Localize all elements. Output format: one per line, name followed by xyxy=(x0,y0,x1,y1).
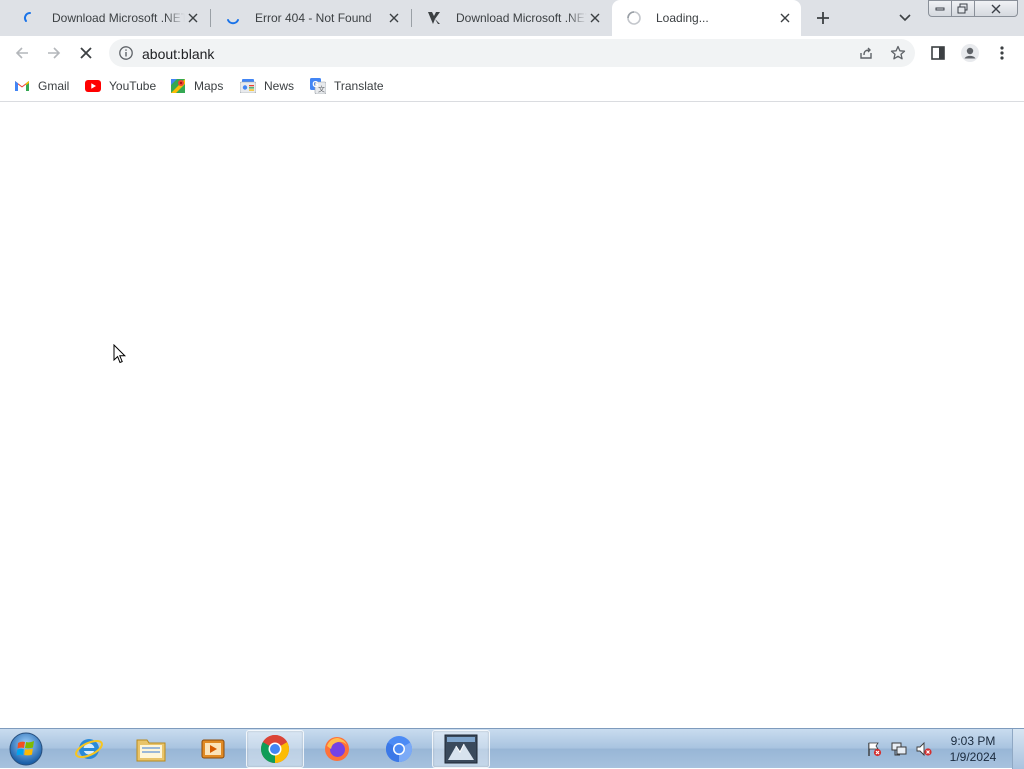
minimize-button[interactable] xyxy=(928,0,952,17)
menu-button[interactable] xyxy=(989,40,1015,66)
restore-icon xyxy=(957,3,968,14)
windows-taskbar: 9:03 PM 1/9/2024 xyxy=(0,728,1024,769)
star-icon xyxy=(890,45,906,60)
news-icon xyxy=(240,78,256,94)
close-icon[interactable] xyxy=(777,10,793,26)
close-icon[interactable] xyxy=(185,10,201,26)
minimize-icon xyxy=(935,7,945,10)
app-window-icon xyxy=(444,734,478,764)
side-panel-icon xyxy=(931,46,945,60)
bookmark-label: News xyxy=(264,79,295,93)
system-clock[interactable]: 9:03 PM 1/9/2024 xyxy=(940,733,1006,765)
chrome-icon xyxy=(261,735,289,763)
side-panel-button[interactable] xyxy=(925,40,951,66)
share-icon xyxy=(860,47,872,59)
gmail-icon xyxy=(14,78,30,94)
site-logo-icon xyxy=(426,10,442,26)
media-player-icon xyxy=(201,739,225,759)
stop-loading-button[interactable] xyxy=(73,40,99,66)
bookmark-maps[interactable]: Maps xyxy=(170,76,223,96)
action-center-icon[interactable] xyxy=(866,741,882,757)
restore-button[interactable] xyxy=(951,0,975,17)
close-icon xyxy=(991,4,1001,13)
tab-search-button[interactable] xyxy=(894,7,916,29)
volume-muted-icon[interactable] xyxy=(916,741,932,757)
url-text[interactable]: about:blank xyxy=(142,46,214,62)
firefox-icon xyxy=(325,737,349,761)
taskbar-chromium[interactable] xyxy=(370,730,428,768)
loading-spinner-icon xyxy=(22,10,38,26)
arrow-left-icon xyxy=(15,47,28,59)
svg-text:文: 文 xyxy=(318,85,325,94)
profile-button[interactable] xyxy=(957,40,983,66)
info-icon[interactable] xyxy=(118,45,134,61)
close-icon[interactable] xyxy=(386,10,402,26)
bookmark-gmail[interactable]: Gmail xyxy=(14,76,69,96)
tab-strip: Download Microsoft .NET Error 404 - Not … xyxy=(0,0,1024,36)
share-button[interactable] xyxy=(856,43,876,63)
internet-explorer-icon xyxy=(75,739,103,759)
show-desktop-button[interactable] xyxy=(1012,729,1024,769)
tab-title: Download Microsoft .NET xyxy=(456,11,587,25)
loading-spinner-icon xyxy=(225,10,241,26)
tab-title: Loading... xyxy=(656,11,709,25)
tab-download-dotnet-2[interactable]: Download Microsoft .NET xyxy=(412,0,611,36)
new-tab-button[interactable] xyxy=(811,6,835,30)
bookmark-news[interactable]: News xyxy=(240,76,294,96)
folder-icon xyxy=(136,739,166,762)
bookmark-youtube[interactable]: YouTube xyxy=(85,76,156,96)
taskbar-media-player[interactable] xyxy=(184,730,242,768)
taskbar-windows-explorer[interactable] xyxy=(122,730,180,768)
tab-download-dotnet-1[interactable]: Download Microsoft .NET xyxy=(8,0,209,36)
taskbar-firefox[interactable] xyxy=(308,730,366,768)
window-close-button[interactable] xyxy=(974,0,1018,17)
bookmark-label: Maps xyxy=(194,79,224,93)
plus-icon xyxy=(817,12,829,24)
chevron-down-icon xyxy=(899,14,911,22)
taskbar-internet-explorer[interactable] xyxy=(60,730,118,768)
clock-time: 9:03 PM xyxy=(950,734,996,748)
taskbar-chrome[interactable] xyxy=(246,730,304,768)
bookmark-star-button[interactable] xyxy=(888,43,908,63)
page-content[interactable] xyxy=(0,103,1024,728)
bookmark-translate[interactable]: G文 Translate xyxy=(310,76,384,96)
start-button[interactable] xyxy=(6,730,46,768)
mouse-cursor-icon xyxy=(113,343,127,367)
tab-error-404[interactable]: Error 404 - Not Found xyxy=(211,0,410,36)
arrow-right-icon xyxy=(48,47,61,59)
avatar-icon xyxy=(961,44,979,62)
close-icon[interactable] xyxy=(587,10,603,26)
back-button[interactable] xyxy=(9,40,35,66)
browser-toolbar: about:blank xyxy=(0,36,1024,70)
maps-icon xyxy=(170,78,186,94)
youtube-icon xyxy=(85,78,101,94)
network-icon[interactable] xyxy=(891,741,907,757)
taskbar-app-window[interactable] xyxy=(432,730,490,768)
translate-icon: G文 xyxy=(310,78,326,94)
bookmark-label: Gmail xyxy=(38,79,70,93)
chromium-icon xyxy=(385,736,413,763)
address-bar[interactable]: about:blank xyxy=(109,39,915,67)
tab-title: Download Microsoft .NET xyxy=(52,11,185,25)
more-vert-icon xyxy=(1000,46,1004,60)
tab-title: Error 404 - Not Found xyxy=(255,11,372,25)
close-icon xyxy=(80,47,92,59)
bookmarks-bar: Gmail YouTube Maps News G文 Translate xyxy=(0,70,1024,102)
windows-logo-icon xyxy=(9,732,43,766)
loading-spinner-icon xyxy=(626,10,642,26)
bookmark-label: YouTube xyxy=(109,79,157,93)
clock-date: 1/9/2024 xyxy=(949,750,997,764)
tab-loading-active[interactable]: Loading... xyxy=(612,0,801,36)
forward-button[interactable] xyxy=(41,40,67,66)
bookmark-label: Translate xyxy=(334,79,384,93)
